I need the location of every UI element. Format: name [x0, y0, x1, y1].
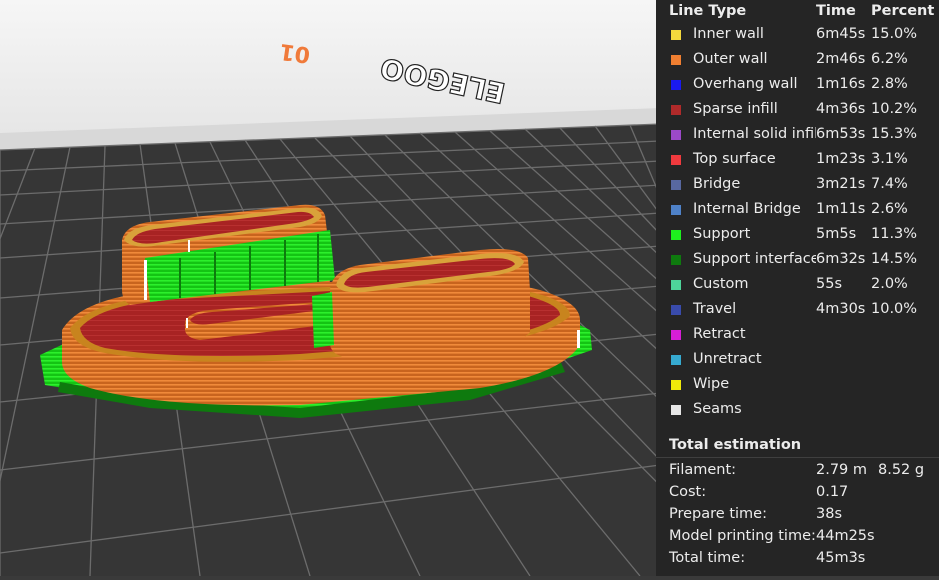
legend-label: Inner wall — [693, 26, 764, 42]
legend-label: Internal Bridge — [693, 201, 801, 217]
total-value: 44m25s — [816, 528, 875, 544]
color-swatch-icon — [671, 155, 681, 165]
legend-label: Top surface — [693, 151, 776, 167]
legend-percent: 2.0% — [871, 276, 908, 292]
total-label: Model printing time: — [669, 528, 816, 544]
legend-item[interactable]: Top surface 1m23s 3.1% — [656, 149, 939, 174]
legend-percent: 10.2% — [871, 101, 918, 117]
legend-percent: 6.2% — [871, 51, 908, 67]
legend-percent: 14.5% — [871, 251, 918, 267]
legend-percent: 15.0% — [871, 26, 918, 42]
plate-model-number: 01 — [278, 38, 312, 67]
legend-percent: 11.3% — [871, 226, 918, 242]
header-line-type: Line Type — [669, 3, 747, 19]
legend-time: 1m16s — [816, 76, 866, 92]
color-swatch-icon — [671, 130, 681, 140]
color-swatch-icon — [671, 380, 681, 390]
legend-item[interactable]: Inner wall 6m45s 15.0% — [656, 24, 939, 49]
legend-item[interactable]: Seams — [656, 399, 939, 424]
total-label: Prepare time: — [669, 506, 767, 522]
legend-percent: 2.6% — [871, 201, 908, 217]
total-row: Model printing time: 44m25s — [656, 528, 939, 550]
color-swatch-icon — [671, 205, 681, 215]
legend-percent: 15.3% — [871, 126, 918, 142]
legend-time: 6m53s — [816, 126, 866, 142]
legend-item[interactable]: Internal Bridge 1m11s 2.6% — [656, 199, 939, 224]
legend-item[interactable]: Travel 4m30s 10.0% — [656, 299, 939, 324]
color-swatch-icon — [671, 30, 681, 40]
legend-time: 2m46s — [816, 51, 866, 67]
total-value: 2.79 m — [816, 462, 868, 478]
legend-time: 5m5s — [816, 226, 857, 242]
legend-item[interactable]: Internal solid infill 6m53s 15.3% — [656, 124, 939, 149]
legend-percent: 2.8% — [871, 76, 908, 92]
color-swatch-icon — [671, 105, 681, 115]
total-row: Total time: 45m3s — [656, 550, 939, 572]
legend-percent: 3.1% — [871, 151, 908, 167]
legend-label: Overhang wall — [693, 76, 798, 92]
total-row: Filament: 2.79 m 8.52 g — [656, 462, 939, 484]
legend-item[interactable]: Retract — [656, 324, 939, 349]
header-percent: Percent — [871, 3, 935, 19]
header-time: Time — [816, 3, 856, 19]
legend-time: 4m36s — [816, 101, 866, 117]
legend-time: 4m30s — [816, 301, 866, 317]
legend-percent: 10.0% — [871, 301, 918, 317]
legend-label: Outer wall — [693, 51, 768, 67]
total-estimation-title: Total estimation — [669, 437, 802, 453]
total-label: Filament: — [669, 462, 737, 478]
legend-label: Sparse infill — [693, 101, 778, 117]
color-swatch-icon — [671, 55, 681, 65]
color-swatch-icon — [671, 280, 681, 290]
legend-label: Retract — [693, 326, 746, 342]
legend-label: Travel — [693, 301, 737, 317]
legend-item[interactable]: Unretract — [656, 349, 939, 374]
legend-time: 6m32s — [816, 251, 866, 267]
legend-time: 3m21s — [816, 176, 866, 192]
color-swatch-icon — [671, 405, 681, 415]
total-value: 38s — [816, 506, 843, 522]
color-swatch-icon — [671, 180, 681, 190]
legend-label: Seams — [693, 401, 742, 417]
legend-item[interactable]: Support interface 6m32s 14.5% — [656, 249, 939, 274]
color-swatch-icon — [671, 330, 681, 340]
total-row: Cost: 0.17 — [656, 484, 939, 506]
legend-label: Support interface — [693, 251, 820, 267]
total-label: Total time: — [669, 550, 746, 566]
legend-time: 6m45s — [816, 26, 866, 42]
total-value-secondary: 8.52 g — [878, 462, 925, 478]
total-row: Prepare time: 38s — [656, 506, 939, 528]
total-value: 45m3s — [816, 550, 866, 566]
legend-item[interactable]: Sparse infill 4m36s 10.2% — [656, 99, 939, 124]
legend-label: Bridge — [693, 176, 741, 192]
legend-label: Internal solid infill — [693, 126, 823, 142]
legend-label: Wipe — [693, 376, 730, 392]
legend-label: Custom — [693, 276, 749, 292]
legend-time: 55s — [816, 276, 843, 292]
total-value: 0.17 — [816, 484, 849, 500]
legend-item[interactable]: Bridge 3m21s 7.4% — [656, 174, 939, 199]
legend-item[interactable]: Overhang wall 1m16s 2.8% — [656, 74, 939, 99]
legend-percent: 7.4% — [871, 176, 908, 192]
legend-item[interactable]: Outer wall 2m46s 6.2% — [656, 49, 939, 74]
legend-time: 1m11s — [816, 201, 866, 217]
color-swatch-icon — [671, 355, 681, 365]
legend-item[interactable]: Wipe — [656, 374, 939, 399]
gcode-legend-panel: Line Type Time Percent Inner wall 6m45s 15… — [656, 0, 939, 576]
divider — [656, 457, 939, 458]
color-swatch-icon — [671, 305, 681, 315]
total-label: Cost: — [669, 484, 707, 500]
color-swatch-icon — [671, 230, 681, 240]
color-swatch-icon — [671, 255, 681, 265]
legend-label: Unretract — [693, 351, 762, 367]
legend-item[interactable]: Support 5m5s 11.3% — [656, 224, 939, 249]
legend-time: 1m23s — [816, 151, 866, 167]
color-swatch-icon — [671, 80, 681, 90]
legend-label: Support — [693, 226, 751, 242]
legend-item[interactable]: Custom 55s 2.0% — [656, 274, 939, 299]
